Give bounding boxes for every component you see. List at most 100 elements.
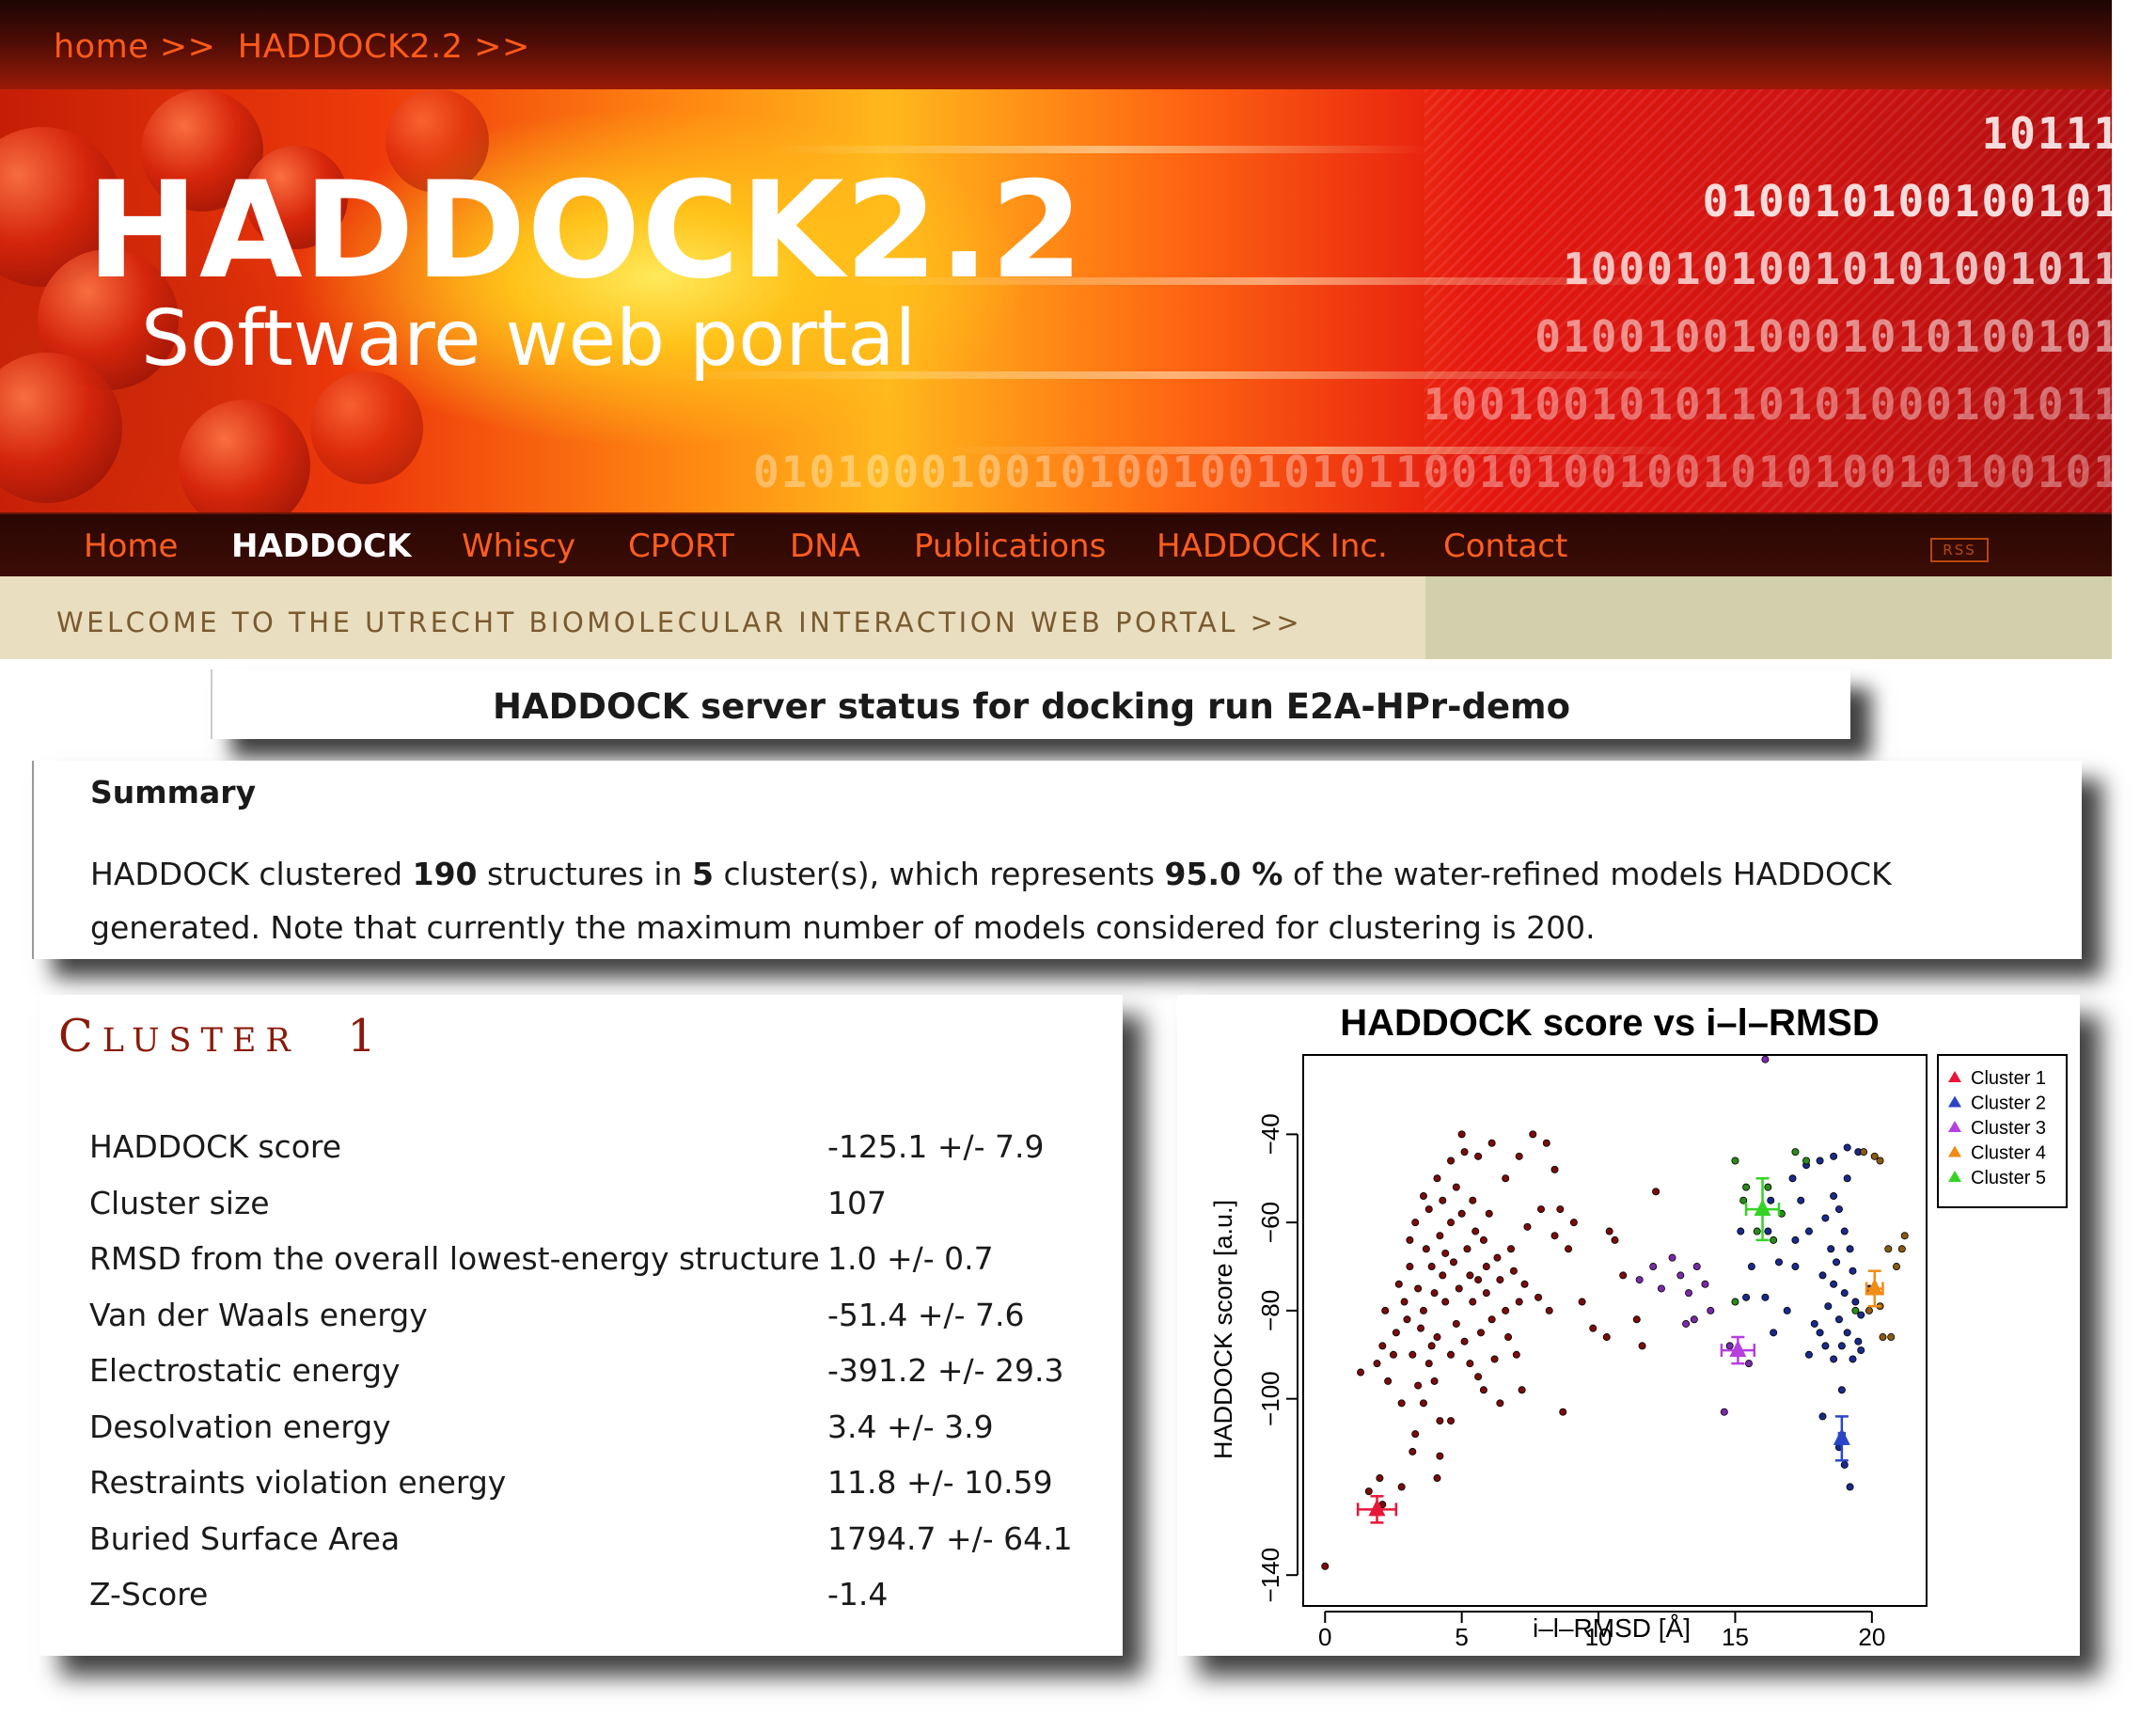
- x-axis-label: i–l–RMSD [Å]: [1533, 1613, 1691, 1643]
- data-point: [1482, 1263, 1490, 1271]
- data-point: [1788, 1174, 1797, 1183]
- data-point: [1747, 1263, 1755, 1271]
- data-point: [1394, 1280, 1403, 1288]
- data-point: [1550, 1232, 1559, 1240]
- nav-item-haddock-inc[interactable]: HADDOCK Inc.: [1157, 527, 1388, 565]
- data-point: [1682, 1319, 1691, 1328]
- data-point: [1707, 1306, 1715, 1314]
- data-point: [1518, 1386, 1526, 1394]
- data-point: [1474, 1152, 1483, 1160]
- welcome-link[interactable]: WELCOME TO THE UTRECHT BIOMOLECULAR INTE…: [56, 606, 1302, 638]
- data-point: [1797, 1196, 1805, 1204]
- data-point: [1479, 1235, 1487, 1244]
- data-point: [1490, 1355, 1499, 1363]
- data-point: [1804, 1227, 1813, 1235]
- cluster-title: CLUSTER 1: [58, 1010, 386, 1062]
- data-point: [1761, 1055, 1770, 1063]
- y-tick-label: −140: [1256, 1548, 1284, 1603]
- data-point: [1737, 1227, 1745, 1235]
- data-point: [1449, 1258, 1457, 1267]
- binary-text: 010010010001010100101: [1534, 311, 2112, 362]
- x-tick-label: 20: [1858, 1623, 1885, 1651]
- nav-item-publications[interactable]: Publications: [914, 527, 1106, 565]
- data-point: [1830, 1355, 1838, 1363]
- data-point: [1487, 1139, 1496, 1147]
- data-point: [1830, 1152, 1838, 1160]
- data-point: [1452, 1183, 1460, 1191]
- data-point: [1635, 1276, 1644, 1284]
- nav-item-cport[interactable]: CPORT: [628, 527, 734, 565]
- data-point: [1556, 1205, 1565, 1214]
- nav-item-haddock[interactable]: HADDOCK: [231, 527, 411, 565]
- data-point: [1824, 1302, 1833, 1311]
- scatter-points: [1321, 1055, 1909, 1570]
- summary-text: HADDOCK clustered 190 structures in 5 cl…: [90, 847, 2027, 954]
- data-point: [1849, 1267, 1857, 1275]
- data-point: [1520, 1280, 1529, 1288]
- data-point: [1321, 1562, 1330, 1570]
- data-point: [1774, 1258, 1783, 1267]
- data-point: [1515, 1298, 1523, 1306]
- molecule-sphere: [179, 400, 310, 512]
- data-point: [1834, 1205, 1843, 1214]
- data-point: [1536, 1205, 1545, 1214]
- data-point: [1460, 1148, 1469, 1157]
- data-point: [1439, 1196, 1447, 1204]
- data-point: [1422, 1245, 1430, 1253]
- data-point: [1830, 1280, 1838, 1288]
- data-point: [1406, 1235, 1414, 1244]
- data-point: [1857, 1346, 1865, 1355]
- summary-heading: Summary: [90, 774, 257, 810]
- data-point: [1496, 1399, 1504, 1408]
- x-tick-label: 5: [1455, 1623, 1468, 1651]
- summary-text-part: structures in: [477, 856, 693, 892]
- data-point: [1884, 1245, 1893, 1253]
- nav-item-whiscy[interactable]: Whiscy: [462, 527, 575, 565]
- stat-value: -1.4: [827, 1576, 889, 1613]
- data-point: [1419, 1399, 1427, 1408]
- data-point: [1821, 1342, 1830, 1350]
- binary-text: 1001001010110101000101011: [1423, 379, 2112, 430]
- data-point: [1854, 1337, 1863, 1345]
- light-streak: [771, 146, 1429, 153]
- rss-icon[interactable]: RSS: [1930, 538, 1989, 562]
- data-point: [1392, 1329, 1400, 1337]
- nav-item-contact[interactable]: Contact: [1443, 527, 1567, 565]
- data-point: [1419, 1192, 1427, 1201]
- data-point: [1403, 1315, 1411, 1324]
- y-axis: −40 −60 −80 −100 −140: [1256, 1113, 1298, 1602]
- data-point: [1542, 1139, 1550, 1147]
- data-point: [1764, 1227, 1772, 1235]
- data-point: [1725, 1342, 1734, 1350]
- data-point: [1578, 1298, 1586, 1306]
- data-point: [1846, 1245, 1854, 1253]
- breadcrumb[interactable]: home >> HADDOCK2.2 >>: [54, 28, 530, 66]
- data-point: [1843, 1174, 1851, 1183]
- data-point: [1833, 1258, 1841, 1267]
- data-point: [1668, 1253, 1676, 1262]
- data-point: [1433, 1174, 1441, 1183]
- data-point: [1515, 1152, 1523, 1160]
- data-point: [1840, 1289, 1849, 1298]
- data-point: [1821, 1214, 1830, 1222]
- data-point: [1430, 1377, 1439, 1385]
- legend-label: Cluster 2: [1971, 1094, 2046, 1114]
- data-point: [1849, 1355, 1857, 1363]
- data-point: [1466, 1360, 1474, 1368]
- stat-value: 107: [827, 1184, 887, 1221]
- data-point: [1731, 1298, 1739, 1306]
- data-point: [1477, 1329, 1486, 1337]
- data-point: [1417, 1324, 1425, 1332]
- cluster-title-word: LUSTER: [102, 1022, 300, 1060]
- data-point: [1764, 1183, 1772, 1191]
- y-tick-label: −40: [1256, 1113, 1284, 1155]
- data-point: [1742, 1183, 1751, 1191]
- y-tick-label: −100: [1256, 1371, 1284, 1426]
- data-point: [1509, 1267, 1518, 1275]
- data-point: [1887, 1333, 1896, 1342]
- data-point: [1837, 1342, 1846, 1350]
- data-point: [1447, 1350, 1456, 1359]
- nav-item-home[interactable]: Home: [84, 527, 178, 565]
- data-point: [1843, 1143, 1851, 1152]
- nav-item-dna[interactable]: DNA: [790, 527, 860, 565]
